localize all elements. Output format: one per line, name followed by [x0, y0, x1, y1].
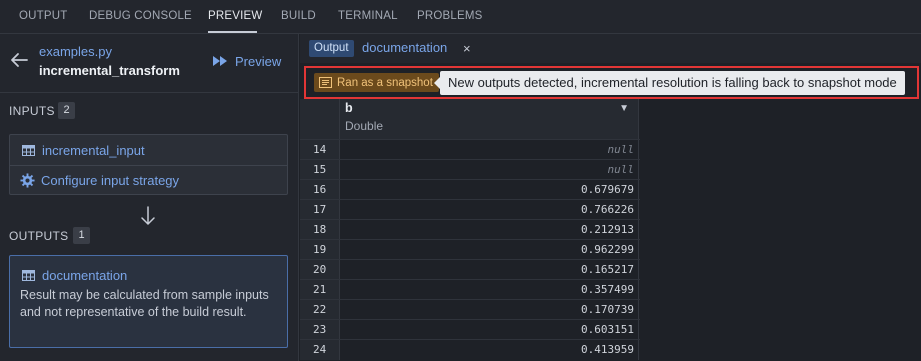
row-index: 21	[300, 280, 339, 300]
outputs-count-badge: 1	[73, 227, 90, 244]
row-index: 16	[300, 180, 339, 200]
column-menu-caret-icon[interactable]: ▼	[619, 103, 629, 114]
input-card: incremental_input Configure input strate…	[9, 134, 288, 195]
row-index: 19	[300, 240, 339, 260]
row-index: 18	[300, 220, 339, 240]
snapshot-tooltip: New outputs detected, incremental resolu…	[434, 71, 905, 95]
cell-value[interactable]: 0.962299	[339, 240, 639, 260]
cell-value[interactable]: 0.766226	[339, 200, 639, 220]
table-row: 17 0.766226	[300, 199, 640, 220]
output-description: Result may be calculated from sample inp…	[20, 288, 269, 319]
output-chip: Output	[309, 40, 354, 57]
back-arrow-icon[interactable]	[10, 52, 28, 68]
arrow-down-icon	[141, 206, 155, 225]
output-card[interactable]: documentation Result may be calculated f…	[9, 255, 288, 348]
transform-name: incremental_transform	[39, 63, 180, 78]
table-row: 23 0.603151	[300, 319, 640, 340]
tab-terminal[interactable]: TERMINAL	[338, 10, 398, 22]
tab-debug-console[interactable]: DEBUG CONSOLE	[89, 10, 192, 22]
cell-value[interactable]: null	[339, 140, 639, 160]
row-index: 22	[300, 300, 339, 320]
row-index: 20	[300, 260, 339, 280]
table-row: 14 null	[300, 139, 640, 160]
row-index: 23	[300, 320, 339, 340]
configure-label: Configure input strategy	[41, 173, 180, 188]
file-name-link[interactable]: examples.py	[39, 44, 112, 59]
preview-label: Preview	[235, 53, 282, 69]
close-icon[interactable]: ×	[463, 41, 471, 56]
table-row: 19 0.962299	[300, 239, 640, 260]
data-table: b Double ▼ 14 null 15 null 16 0.679679 17 0.766…	[300, 99, 640, 361]
row-index: 15	[300, 160, 339, 180]
tab-problems[interactable]: PROBLEMS	[417, 10, 483, 22]
cell-value[interactable]: 0.603151	[339, 320, 639, 340]
inputs-count-badge: 2	[58, 102, 75, 119]
column-header-b[interactable]: b Double ▼	[339, 99, 639, 139]
active-tab-indicator	[208, 31, 257, 33]
row-index: 14	[300, 140, 339, 160]
cell-value[interactable]: 0.413959	[339, 340, 639, 360]
configure-input-strategy-button[interactable]: Configure input strategy	[10, 166, 287, 195]
row-index: 17	[300, 200, 339, 220]
preview-pane: Output documentation × Ran as a snapshot…	[300, 34, 921, 361]
tab-output[interactable]: OUTPUT	[19, 10, 67, 22]
sidebar-divider	[0, 92, 298, 93]
table-icon	[22, 270, 35, 281]
table-row: 20 0.165217	[300, 259, 640, 280]
table-row: 24 0.413959	[300, 339, 640, 360]
cell-value[interactable]: 0.170739	[339, 300, 639, 320]
tab-preview[interactable]: PREVIEW	[208, 10, 262, 22]
snapshot-badge-label: Ran as a snapshot	[337, 76, 433, 89]
output-tab-bar: Output documentation ×	[300, 34, 921, 63]
snapshot-icon	[319, 77, 332, 88]
preview-button[interactable]: Preview	[212, 52, 281, 70]
inputs-heading: INPUTS	[9, 104, 55, 118]
table-row: 16 0.679679	[300, 179, 640, 200]
table-icon	[22, 145, 35, 156]
transform-sidebar: examples.py incremental_transform Previe…	[0, 34, 299, 361]
cell-value[interactable]: 0.165217	[339, 260, 639, 280]
cell-value[interactable]: 0.212913	[339, 220, 639, 240]
table-row: 22 0.170739	[300, 299, 640, 320]
gear-icon	[20, 173, 35, 188]
cell-value[interactable]: 0.679679	[339, 180, 639, 200]
input-dataset-row[interactable]: incremental_input	[10, 135, 287, 166]
snapshot-banner: Ran as a snapshot New outputs detected, …	[304, 66, 919, 99]
cell-value[interactable]: null	[339, 160, 639, 180]
panel-tab-bar: OUTPUT DEBUG CONSOLE PREVIEW BUILD TERMI…	[0, 0, 921, 34]
row-index: 24	[300, 340, 339, 360]
table-row: 21 0.357499	[300, 279, 640, 300]
table-rows: 14 null 15 null 16 0.679679 17 0.766226 18 0.2129…	[300, 139, 640, 360]
cell-value[interactable]: 0.357499	[339, 280, 639, 300]
table-row: 18 0.212913	[300, 219, 640, 240]
snapshot-badge[interactable]: Ran as a snapshot	[314, 73, 439, 92]
column-type: Double	[345, 119, 384, 133]
column-name: b	[345, 101, 353, 115]
output-dataset-name: documentation	[42, 268, 128, 283]
tab-build[interactable]: BUILD	[281, 10, 316, 22]
tab-documentation[interactable]: documentation	[362, 40, 447, 55]
outputs-heading: OUTPUTS	[9, 229, 69, 243]
fast-forward-icon	[213, 56, 227, 66]
input-dataset-name: incremental_input	[42, 143, 145, 158]
row-header-corner	[300, 99, 339, 139]
table-row: 15 null	[300, 159, 640, 180]
